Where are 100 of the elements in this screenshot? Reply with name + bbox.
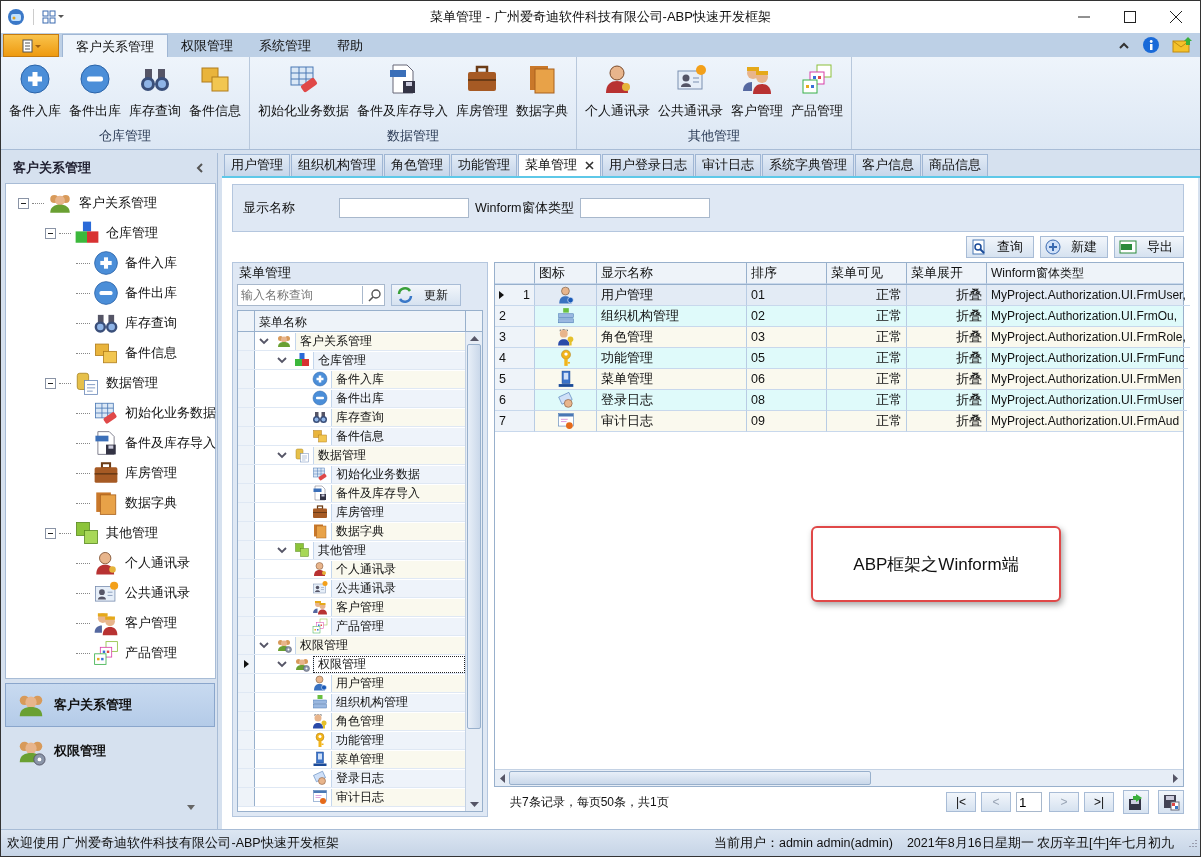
maximize-icon[interactable] bbox=[1124, 11, 1136, 23]
ribbon-button[interactable]: 备件及库存导入 bbox=[353, 57, 452, 122]
expand-chevron-icon[interactable] bbox=[277, 355, 287, 365]
tree-item[interactable]: 备件出库 bbox=[125, 284, 177, 302]
nav-pane-button[interactable]: 客户关系管理 bbox=[5, 683, 215, 727]
column-header[interactable]: 显示名称 bbox=[597, 263, 747, 284]
tree-node[interactable]: 其他管理 bbox=[313, 541, 465, 559]
close-icon[interactable] bbox=[1170, 11, 1182, 23]
tree-node[interactable]: 角色管理 bbox=[331, 712, 465, 730]
tree-node[interactable]: 备件出库 bbox=[331, 389, 465, 407]
tree-item[interactable]: 数据管理 bbox=[106, 374, 158, 392]
ribbon-button[interactable]: 备件入库 bbox=[5, 57, 65, 122]
document-tab[interactable]: 角色管理 bbox=[384, 154, 450, 176]
ribbon-tab[interactable]: 系统管理 bbox=[246, 34, 324, 57]
tree-node[interactable]: 数据管理 bbox=[313, 446, 465, 464]
column-header[interactable]: 图标 bbox=[535, 263, 597, 284]
ribbon-tab[interactable]: 帮助 bbox=[324, 34, 376, 57]
expand-chevron-icon[interactable] bbox=[277, 545, 287, 555]
refresh-button[interactable]: 更新 bbox=[391, 284, 461, 306]
tree-node[interactable]: 权限管理 bbox=[313, 655, 465, 673]
tree-node[interactable]: 备件入库 bbox=[331, 370, 465, 388]
column-header[interactable]: 菜单展开 bbox=[907, 263, 987, 284]
table-row[interactable]: 5 菜单管理 06 正常 折叠 MyProject.Authorization.UI.FrmMen bbox=[495, 369, 1183, 390]
scrollbar[interactable] bbox=[495, 769, 1183, 786]
tree-item[interactable]: 初始化业务数据 bbox=[125, 404, 216, 422]
expand-chevron-icon[interactable] bbox=[277, 450, 287, 460]
mail-icon[interactable] bbox=[1172, 37, 1192, 53]
column-header[interactable]: Winform窗体类型 bbox=[987, 263, 1183, 284]
expand-chevron-icon[interactable] bbox=[277, 659, 287, 669]
info-icon[interactable] bbox=[1142, 36, 1160, 54]
tree-node[interactable]: 用户管理 bbox=[331, 674, 465, 692]
collapse-panel-icon[interactable] bbox=[195, 162, 205, 174]
document-tab[interactable]: 系统字典管理 bbox=[762, 154, 854, 176]
tree-item[interactable]: 数据字典 bbox=[125, 494, 177, 512]
tree-item[interactable]: 仓库管理 bbox=[106, 224, 158, 242]
table-row[interactable]: 7 审计日志 09 正常 折叠 MyProject.Authorization.UI.FrmAud bbox=[495, 411, 1183, 432]
pager-button[interactable]: |< bbox=[946, 792, 976, 812]
row-header[interactable]: 3 bbox=[495, 327, 535, 348]
tree-item[interactable]: 备件入库 bbox=[125, 254, 177, 272]
tree-node[interactable]: 库存查询 bbox=[331, 408, 465, 426]
tree-node[interactable]: 功能管理 bbox=[331, 731, 465, 749]
ribbon-button[interactable]: 个人通讯录 bbox=[581, 57, 654, 122]
expand-chevron-icon[interactable] bbox=[259, 640, 269, 650]
document-tab[interactable]: 客户信息 bbox=[855, 154, 921, 176]
ribbon-button[interactable]: 备件出库 bbox=[65, 57, 125, 122]
toolbar-button[interactable]: 导出 bbox=[1114, 236, 1184, 258]
resize-grip-icon[interactable] bbox=[1188, 838, 1198, 848]
app-menu-button[interactable] bbox=[3, 34, 59, 57]
ribbon-tab[interactable]: 客户关系管理 bbox=[62, 34, 168, 57]
layout-icon[interactable] bbox=[42, 10, 64, 24]
tree-item[interactable]: 库存查询 bbox=[125, 314, 177, 332]
document-tab[interactable]: 功能管理 bbox=[451, 154, 517, 176]
tree-toggle[interactable] bbox=[18, 197, 29, 209]
tree-node[interactable]: 客户关系管理 bbox=[295, 332, 465, 350]
ribbon-tab[interactable]: 权限管理 bbox=[168, 34, 246, 57]
tree-node[interactable]: 产品管理 bbox=[331, 617, 465, 635]
tree-node[interactable]: 菜单管理 bbox=[331, 750, 465, 768]
nav-pane-button[interactable]: 权限管理 bbox=[5, 729, 215, 773]
app-icon[interactable] bbox=[7, 8, 25, 26]
tree-node[interactable]: 权限管理 bbox=[295, 636, 465, 654]
ribbon-button[interactable]: 库房管理 bbox=[452, 57, 512, 122]
tree-node[interactable]: 数据字典 bbox=[331, 522, 465, 540]
search-icon[interactable] bbox=[368, 288, 382, 302]
pager-button[interactable]: >| bbox=[1084, 792, 1114, 812]
document-tab[interactable]: 审计日志 bbox=[695, 154, 761, 176]
tree-node[interactable]: 审计日志 bbox=[331, 788, 465, 806]
tree-toggle[interactable] bbox=[45, 377, 56, 389]
ribbon-button[interactable]: 库存查询 bbox=[125, 57, 185, 122]
tree-item[interactable]: 个人通讯录 bbox=[125, 554, 190, 572]
column-header[interactable]: 菜单可见 bbox=[827, 263, 907, 284]
page-field[interactable]: 1 bbox=[1016, 792, 1042, 812]
scroll-down-icon[interactable] bbox=[469, 802, 479, 808]
toolbar-button[interactable]: 查询 bbox=[966, 236, 1034, 258]
tree-node[interactable]: 公共通讯录 bbox=[331, 579, 465, 597]
ribbon-button[interactable]: 数据字典 bbox=[512, 57, 572, 122]
tree-node[interactable]: 登录日志 bbox=[331, 769, 465, 787]
toolbar-button[interactable]: 新建 bbox=[1040, 236, 1108, 258]
tree-toggle[interactable] bbox=[45, 527, 56, 539]
tree-node[interactable]: 库房管理 bbox=[331, 503, 465, 521]
row-header[interactable]: 5 bbox=[495, 369, 535, 390]
export-button[interactable] bbox=[1123, 790, 1149, 814]
tree-item[interactable]: 其他管理 bbox=[106, 524, 158, 542]
document-tab[interactable]: 用户登录日志 bbox=[602, 154, 694, 176]
document-tab[interactable]: 组织机构管理 bbox=[291, 154, 383, 176]
close-icon[interactable] bbox=[585, 161, 594, 170]
scroll-right-icon[interactable] bbox=[1173, 773, 1179, 783]
tree-node[interactable]: 仓库管理 bbox=[313, 351, 465, 369]
row-header[interactable]: 1 bbox=[495, 285, 535, 306]
tree-node[interactable]: 备件信息 bbox=[331, 427, 465, 445]
text-field[interactable] bbox=[339, 198, 469, 218]
tree-node[interactable]: 客户管理 bbox=[331, 598, 465, 616]
row-header[interactable]: 6 bbox=[495, 390, 535, 411]
ribbon-button[interactable]: 产品管理 bbox=[787, 57, 847, 122]
document-tab[interactable]: 用户管理 bbox=[224, 154, 290, 176]
tree-item[interactable]: 产品管理 bbox=[125, 644, 177, 662]
tree-node[interactable]: 备件及库存导入 bbox=[331, 484, 465, 502]
search-field[interactable]: 输入名称查询 bbox=[237, 284, 385, 306]
scroll-left-icon[interactable] bbox=[499, 773, 505, 783]
collapse-ribbon-icon[interactable] bbox=[1118, 40, 1130, 50]
tree-toggle[interactable] bbox=[45, 227, 56, 239]
